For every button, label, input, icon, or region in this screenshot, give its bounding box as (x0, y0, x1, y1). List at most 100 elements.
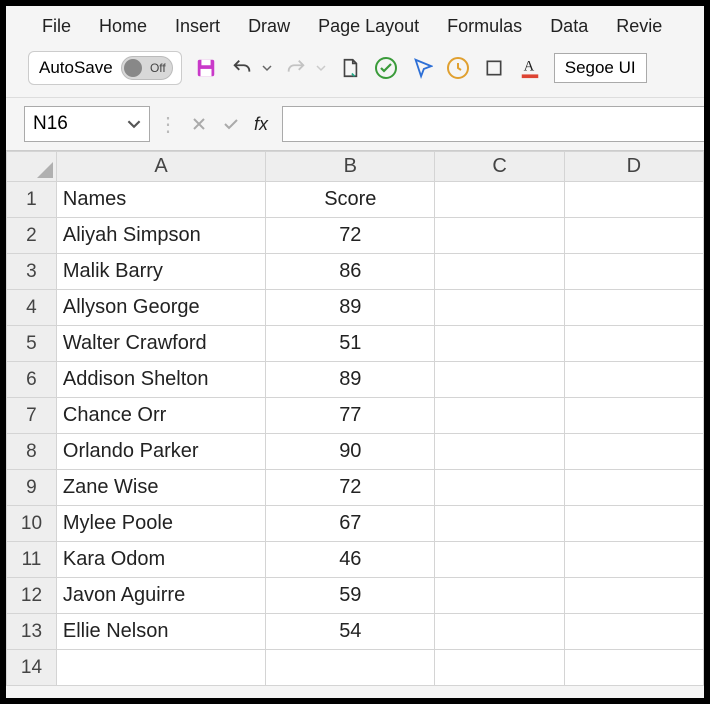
row-header[interactable]: 10 (7, 506, 57, 542)
cell[interactable] (435, 254, 564, 290)
row-header[interactable]: 1 (7, 182, 57, 218)
row-header[interactable]: 8 (7, 434, 57, 470)
cell[interactable] (564, 470, 703, 506)
cell[interactable]: 89 (266, 362, 435, 398)
row-header[interactable]: 3 (7, 254, 57, 290)
cell[interactable] (435, 326, 564, 362)
cell[interactable] (564, 326, 703, 362)
cell[interactable]: Names (56, 182, 265, 218)
cell[interactable] (435, 398, 564, 434)
select-all-corner[interactable] (7, 152, 57, 182)
cell[interactable]: 89 (266, 290, 435, 326)
menu-insert[interactable]: Insert (175, 16, 220, 37)
square-icon[interactable] (482, 56, 506, 80)
save-icon[interactable] (194, 56, 218, 80)
menu-review[interactable]: Revie (616, 16, 662, 37)
cell[interactable]: 72 (266, 470, 435, 506)
cell[interactable] (564, 290, 703, 326)
cell[interactable] (435, 542, 564, 578)
cell[interactable] (435, 362, 564, 398)
row-header[interactable]: 6 (7, 362, 57, 398)
font-selector[interactable]: Segoe UI (554, 53, 647, 83)
row-header[interactable]: 12 (7, 578, 57, 614)
cell[interactable] (435, 650, 564, 686)
new-file-icon[interactable] (338, 56, 362, 80)
cell[interactable]: Mylee Poole (56, 506, 265, 542)
cell[interactable]: 51 (266, 326, 435, 362)
cell[interactable] (435, 434, 564, 470)
undo-icon[interactable] (230, 56, 254, 80)
name-box[interactable]: N16 (24, 106, 150, 142)
cell[interactable] (564, 362, 703, 398)
cell[interactable] (435, 218, 564, 254)
cell[interactable]: Walter Crawford (56, 326, 265, 362)
cell[interactable]: 54 (266, 614, 435, 650)
row-header[interactable]: 13 (7, 614, 57, 650)
cell[interactable] (435, 614, 564, 650)
cell[interactable]: 90 (266, 434, 435, 470)
cell[interactable]: Allyson George (56, 290, 265, 326)
menu-file[interactable]: File (42, 16, 71, 37)
cell[interactable]: 86 (266, 254, 435, 290)
cancel-formula-icon[interactable] (186, 111, 212, 137)
fx-label[interactable]: fx (250, 114, 272, 135)
row-header[interactable]: 7 (7, 398, 57, 434)
cell[interactable]: Addison Shelton (56, 362, 265, 398)
accept-formula-icon[interactable] (218, 111, 244, 137)
cell[interactable] (56, 650, 265, 686)
column-header-a[interactable]: A (56, 152, 265, 182)
cell[interactable] (435, 182, 564, 218)
row-header[interactable]: 2 (7, 218, 57, 254)
menu-formulas[interactable]: Formulas (447, 16, 522, 37)
column-header-b[interactable]: B (266, 152, 435, 182)
formula-input[interactable] (282, 106, 704, 142)
cell[interactable] (435, 470, 564, 506)
menu-draw[interactable]: Draw (248, 16, 290, 37)
cell[interactable]: Aliyah Simpson (56, 218, 265, 254)
cell[interactable]: 46 (266, 542, 435, 578)
menu-page-layout[interactable]: Page Layout (318, 16, 419, 37)
cell[interactable]: Kara Odom (56, 542, 265, 578)
redo-icon[interactable] (284, 56, 308, 80)
cell[interactable] (564, 542, 703, 578)
cell[interactable]: Javon Aguirre (56, 578, 265, 614)
cursor-icon[interactable] (410, 56, 434, 80)
cell[interactable] (564, 650, 703, 686)
redo-dropdown-icon[interactable] (316, 63, 326, 73)
cell[interactable]: 77 (266, 398, 435, 434)
cell[interactable]: Malik Barry (56, 254, 265, 290)
cell[interactable] (564, 614, 703, 650)
font-color-icon[interactable]: A (518, 56, 542, 80)
undo-dropdown-icon[interactable] (262, 63, 272, 73)
spreadsheet-grid[interactable]: A B C D 1NamesScore2Aliyah Simpson723Mal… (6, 151, 704, 686)
column-header-c[interactable]: C (435, 152, 564, 182)
row-header[interactable]: 9 (7, 470, 57, 506)
row-header[interactable]: 4 (7, 290, 57, 326)
cell[interactable]: Chance Orr (56, 398, 265, 434)
cell[interactable]: 67 (266, 506, 435, 542)
cell[interactable] (564, 254, 703, 290)
cell[interactable]: 59 (266, 578, 435, 614)
autosave-control[interactable]: AutoSave Off (28, 51, 182, 85)
cell[interactable] (564, 434, 703, 470)
cell[interactable]: Ellie Nelson (56, 614, 265, 650)
cell[interactable]: Score (266, 182, 435, 218)
cell[interactable]: 72 (266, 218, 435, 254)
menu-home[interactable]: Home (99, 16, 147, 37)
cell[interactable] (435, 578, 564, 614)
cell[interactable] (564, 578, 703, 614)
cell[interactable] (564, 398, 703, 434)
column-header-d[interactable]: D (564, 152, 703, 182)
autosave-toggle[interactable]: Off (121, 56, 173, 80)
row-header[interactable]: 5 (7, 326, 57, 362)
cell[interactable] (435, 290, 564, 326)
clock-icon[interactable] (446, 56, 470, 80)
row-header[interactable]: 11 (7, 542, 57, 578)
cell[interactable] (564, 182, 703, 218)
cell[interactable]: Zane Wise (56, 470, 265, 506)
check-circle-icon[interactable] (374, 56, 398, 80)
cell[interactable] (266, 650, 435, 686)
cell[interactable] (564, 218, 703, 254)
cell[interactable] (435, 506, 564, 542)
cell[interactable] (564, 506, 703, 542)
